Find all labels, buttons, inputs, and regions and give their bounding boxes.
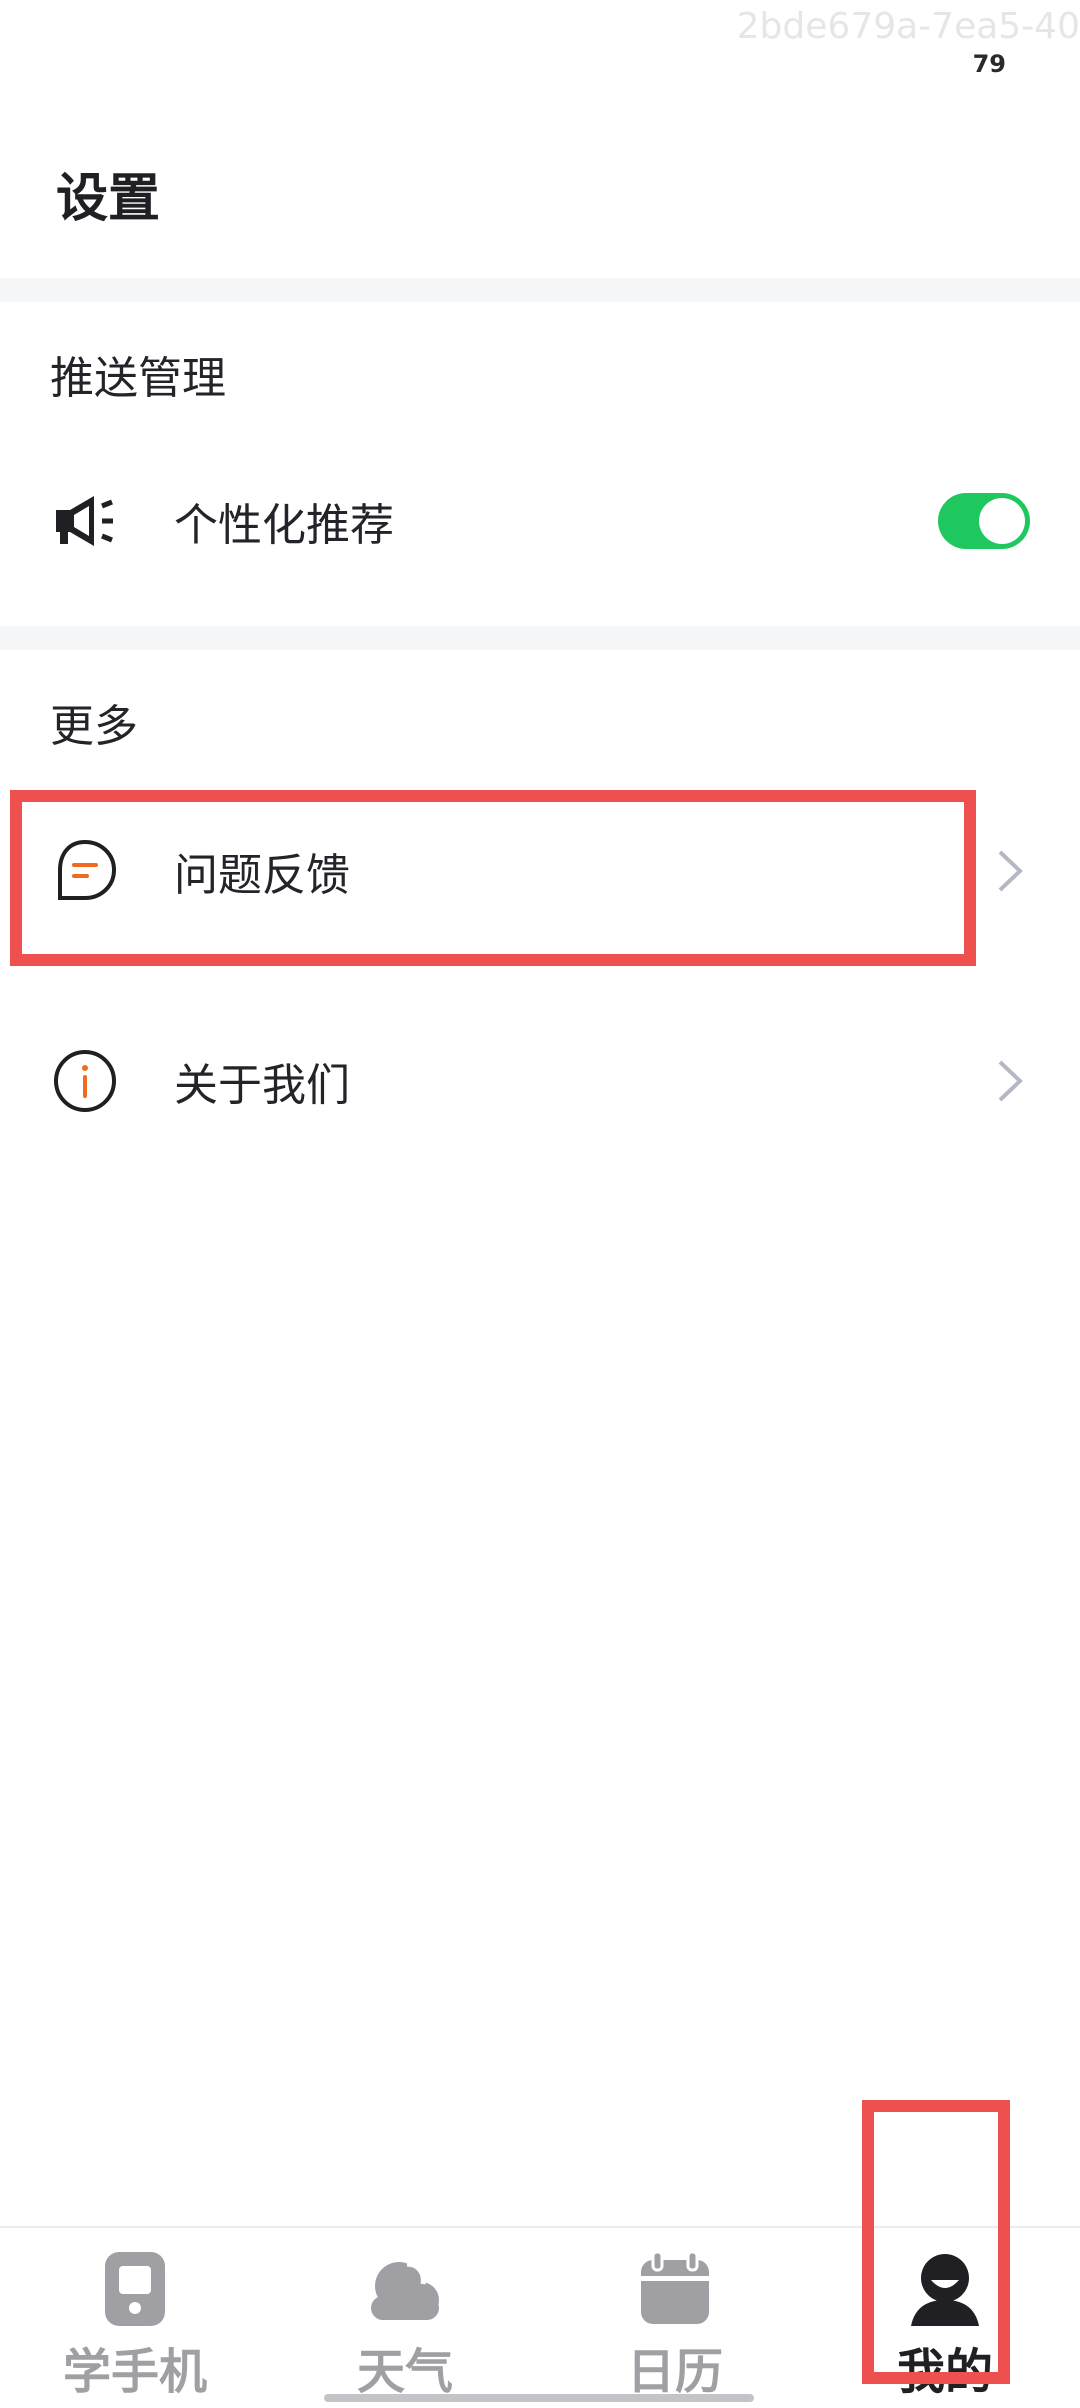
feedback-chat-icon — [58, 839, 117, 900]
chevron-right-icon — [998, 1060, 1023, 1102]
weather-cloud-icon — [371, 2261, 439, 2320]
info-icon — [54, 1050, 116, 1112]
personalized-recommend-label: 个性化推荐 — [174, 500, 394, 551]
tab-learn-phone[interactable]: 学手机 — [0, 2228, 270, 2408]
calendar-icon — [641, 2250, 709, 2324]
about-us-label: 关于我们 — [174, 1060, 350, 1111]
feedback-row[interactable]: 问题反馈 — [0, 796, 1080, 946]
battery-level: 79 — [972, 50, 1006, 78]
personalized-recommend-row[interactable]: 个性化推荐 — [0, 446, 1080, 596]
tab-label: 我的 — [896, 2344, 993, 2400]
tab-mine[interactable]: 我的 — [810, 2228, 1080, 2408]
section-label-more: 更多 — [50, 701, 138, 752]
tab-label: 日历 — [626, 2344, 723, 2400]
section-divider — [0, 278, 1080, 302]
section-label-push: 推送管理 — [50, 353, 226, 404]
section-divider — [0, 626, 1080, 650]
page-title: 设置 — [56, 169, 161, 229]
home-indicator — [324, 2394, 754, 2402]
chevron-right-icon — [998, 850, 1023, 892]
personalized-recommend-toggle[interactable] — [938, 493, 1030, 549]
megaphone-icon — [56, 496, 113, 546]
tab-weather[interactable]: 天气 — [270, 2228, 540, 2408]
watermark: 2bde679a-7ea5-40 — [736, 6, 1080, 47]
feedback-label: 问题反馈 — [174, 850, 350, 901]
tab-label: 学手机 — [62, 2344, 207, 2400]
about-us-row[interactable]: 关于我们 — [0, 1006, 1080, 1156]
phone-icon — [105, 2252, 165, 2326]
toggle-knob — [979, 498, 1025, 544]
tab-label: 天气 — [356, 2344, 453, 2400]
profile-icon — [911, 2254, 979, 2326]
tab-calendar[interactable]: 日历 — [540, 2228, 810, 2408]
bottom-tab-bar: 学手机 天气 日历 我的 — [0, 2226, 1080, 2408]
